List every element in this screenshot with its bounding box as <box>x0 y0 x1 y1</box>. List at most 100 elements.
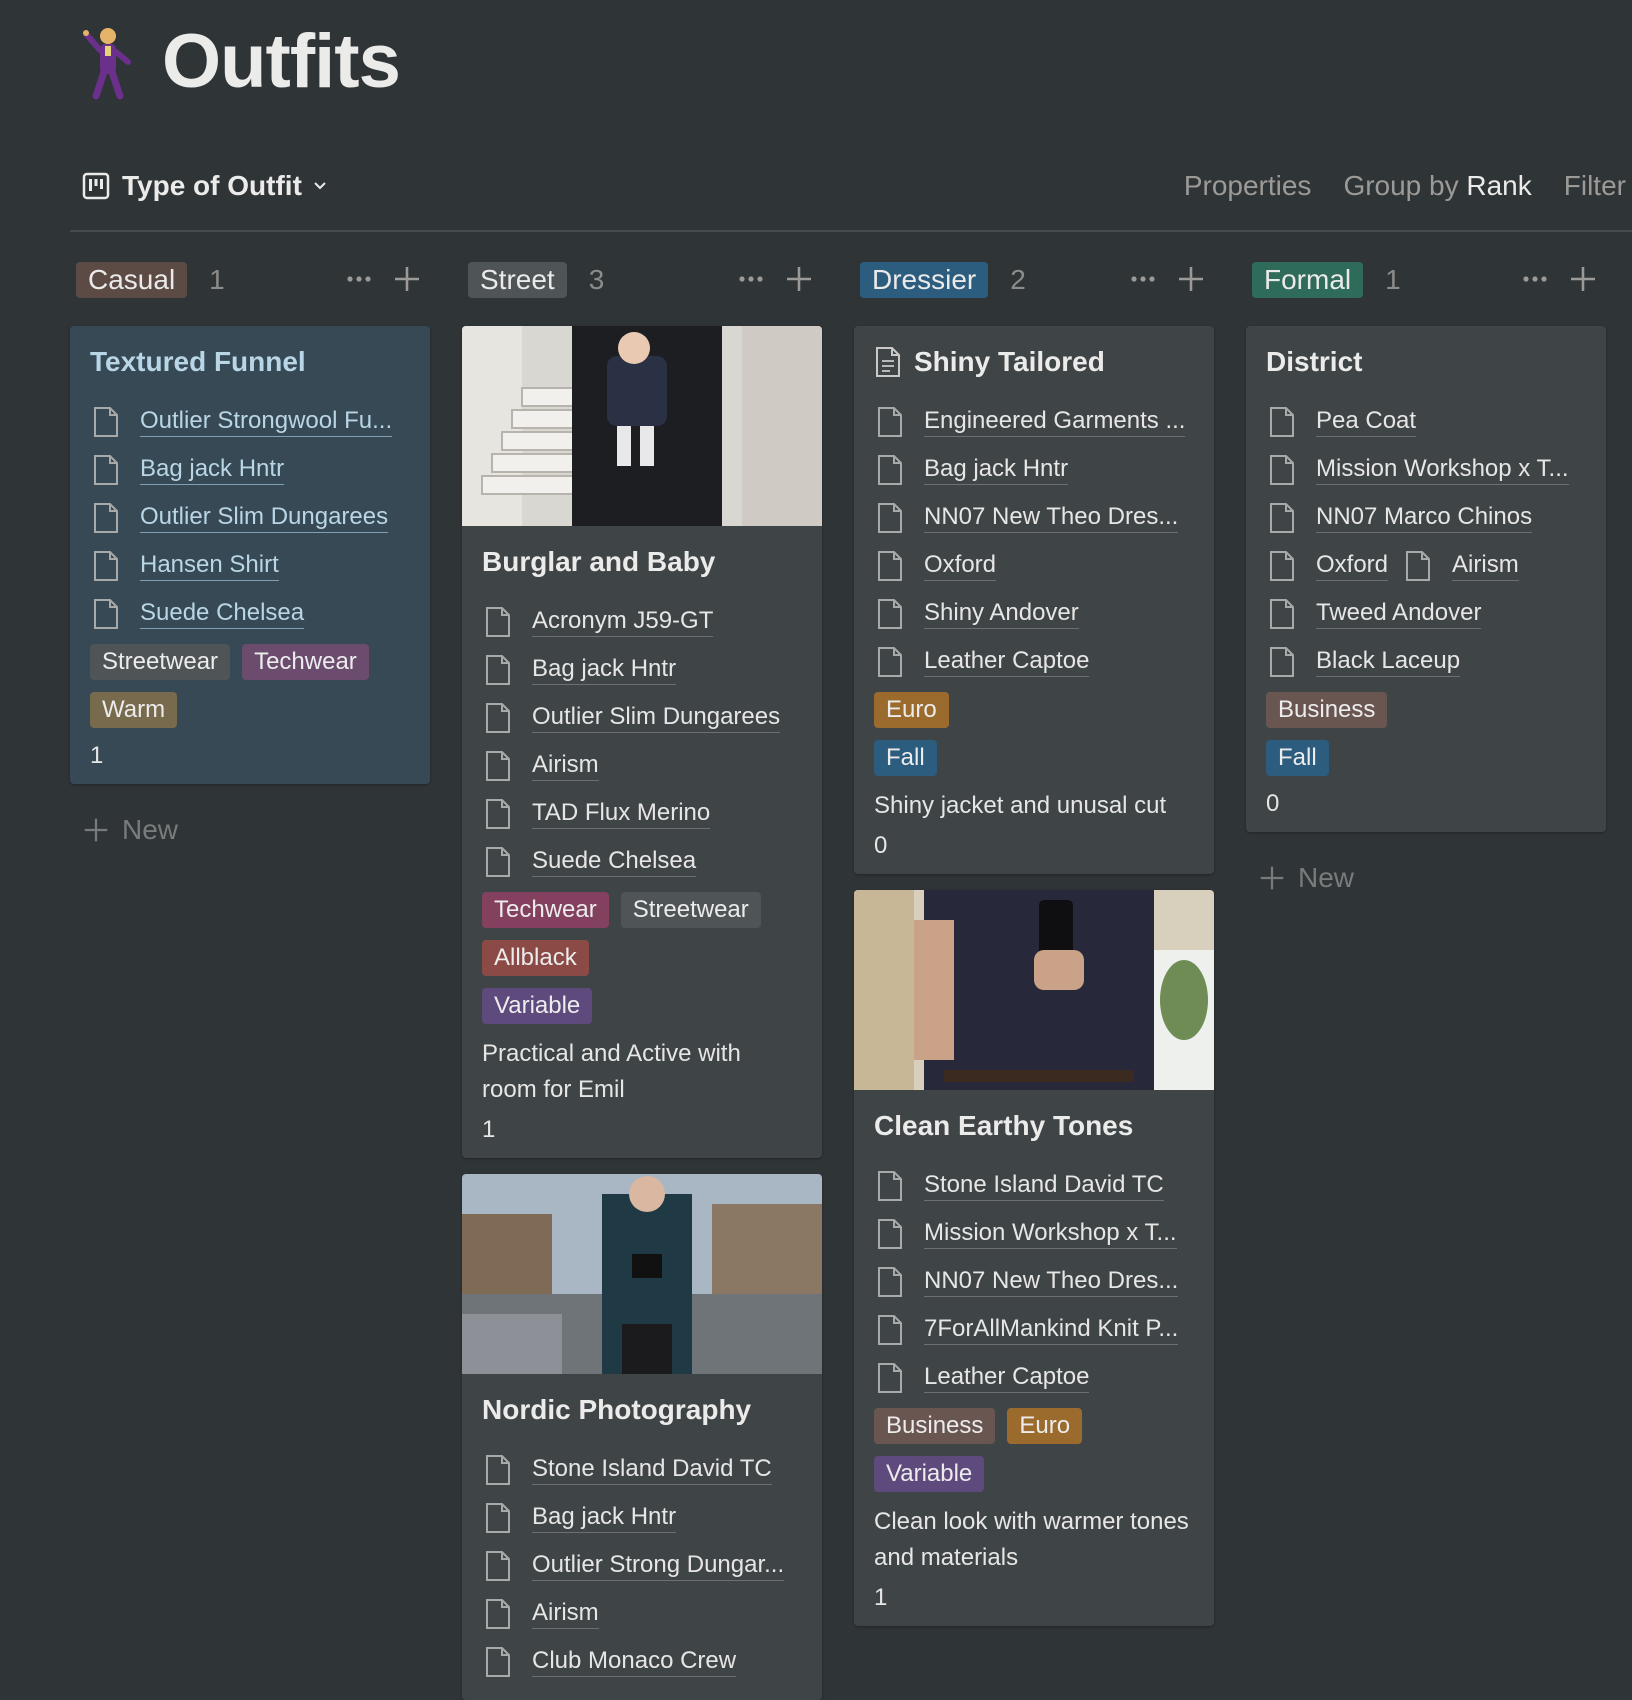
relation-item[interactable]: Bag jack Hntr <box>874 446 1194 494</box>
relation-item[interactable]: Suede Chelsea <box>482 838 802 886</box>
relation-item[interactable]: Oxford <box>874 542 1194 590</box>
relation-item[interactable]: Tweed Andover <box>1266 590 1586 638</box>
relation-item[interactable]: Outlier Strong Dungar... <box>482 1542 802 1590</box>
group-by-button[interactable]: Group by Rank <box>1343 170 1531 202</box>
more-icon[interactable] <box>1128 264 1158 294</box>
relation-item[interactable]: Pea Coat <box>1266 398 1586 446</box>
relation-link[interactable]: Airism <box>532 1599 599 1629</box>
relation-link[interactable]: Bag jack Hntr <box>140 455 285 485</box>
relation-item[interactable]: Airism <box>482 1590 802 1638</box>
relation-link[interactable]: NN07 New Theo Dres... <box>924 1267 1179 1297</box>
relation-link[interactable]: Stone Island David TC <box>532 1455 772 1485</box>
relation-link[interactable]: NN07 Marco Chinos <box>1316 503 1533 533</box>
relation-item[interactable]: Airism <box>482 742 802 790</box>
relation-item[interactable]: Stone Island David TC <box>482 1446 802 1494</box>
page-title[interactable]: Outfits <box>162 18 401 105</box>
relation-link[interactable]: Oxford <box>924 551 997 581</box>
relation-link[interactable]: Suede Chelsea <box>532 847 697 877</box>
board-card[interactable]: Nordic Photography Stone Island David TC B… <box>462 1174 822 1700</box>
relation-item[interactable]: NN07 New Theo Dres... <box>874 1258 1194 1306</box>
board-card[interactable]: Clean Earthy Tones Stone Island David TC M… <box>854 890 1214 1626</box>
relation-item[interactable]: Outlier Slim Dungarees <box>90 494 410 542</box>
relation-link[interactable]: 7ForAllMankind Knit P... <box>924 1315 1179 1345</box>
card-title[interactable]: Clean Earthy Tones <box>874 1110 1194 1142</box>
plus-icon[interactable] <box>784 264 814 294</box>
relation-item[interactable]: Suede Chelsea <box>90 590 410 638</box>
relation-link[interactable]: Mission Workshop x T... <box>924 1219 1177 1249</box>
more-icon[interactable] <box>344 264 374 294</box>
relation-link[interactable]: Stone Island David TC <box>924 1171 1164 1201</box>
relation-item[interactable]: Leather Captoe <box>874 1354 1194 1402</box>
new-card-button[interactable]: New <box>1246 862 1606 894</box>
plus-icon[interactable] <box>1176 264 1206 294</box>
relation-link[interactable]: Leather Captoe <box>924 647 1090 677</box>
relation-link[interactable]: Bag jack Hntr <box>532 655 677 685</box>
card-title[interactable]: Textured Funnel <box>90 346 410 378</box>
relation-item[interactable]: Leather Captoe <box>874 638 1194 686</box>
relation-link[interactable]: Tweed Andover <box>1316 599 1482 629</box>
relation-link[interactable]: Airism <box>1452 551 1519 581</box>
group-label[interactable]: Casual <box>76 262 188 298</box>
board-card[interactable]: District Pea Coat Mission Workshop x T... N… <box>1246 326 1606 832</box>
card-title[interactable]: Burglar and Baby <box>482 546 802 578</box>
filter-button[interactable]: Filter <box>1564 170 1626 202</box>
relation-link[interactable]: Pea Coat <box>1316 407 1417 437</box>
new-card-button[interactable]: New <box>70 814 430 846</box>
relation-link[interactable]: Outlier Slim Dungarees <box>532 703 781 733</box>
relation-item[interactable]: Outlier Strongwool Fu... <box>90 398 410 446</box>
relation-link[interactable]: Outlier Strong Dungar... <box>532 1551 785 1581</box>
board-card[interactable]: Shiny Tailored Engineered Garments ... Bag… <box>854 326 1214 874</box>
card-title[interactable]: Nordic Photography <box>482 1394 802 1426</box>
relation-link[interactable]: Shiny Andover <box>924 599 1079 629</box>
card-title[interactable]: Shiny Tailored <box>874 346 1194 378</box>
relation-link[interactable]: Acronym J59-GT <box>532 607 714 637</box>
relation-item[interactable]: Oxford <box>1268 550 1389 582</box>
relation-item[interactable]: 7ForAllMankind Knit P... <box>874 1306 1194 1354</box>
relation-link[interactable]: Hansen Shirt <box>140 551 279 581</box>
relation-link[interactable]: Club Monaco Crew <box>532 1647 737 1677</box>
relation-link[interactable]: Airism <box>532 751 599 781</box>
relation-item[interactable]: Engineered Garments ... <box>874 398 1194 446</box>
view-selector[interactable]: Type of Outfit <box>82 170 328 202</box>
relation-item[interactable]: Acronym J59-GT <box>482 598 802 646</box>
more-icon[interactable] <box>736 264 766 294</box>
relation-item[interactable]: Outlier Slim Dungarees <box>482 694 802 742</box>
board-card[interactable]: Burglar and Baby Acronym J59-GT Bag jack H… <box>462 326 822 1158</box>
relation-item[interactable]: NN07 New Theo Dres... <box>874 494 1194 542</box>
relation-item[interactable]: Stone Island David TC <box>874 1162 1194 1210</box>
relation-link[interactable]: TAD Flux Merino <box>532 799 711 829</box>
relation-item[interactable]: Hansen Shirt <box>90 542 410 590</box>
relation-item[interactable]: Bag jack Hntr <box>482 646 802 694</box>
group-label[interactable]: Street <box>468 262 567 298</box>
relation-item[interactable]: NN07 Marco Chinos <box>1266 494 1586 542</box>
relation-link[interactable]: Outlier Slim Dungarees <box>140 503 389 533</box>
plus-icon[interactable] <box>392 264 422 294</box>
relation-link[interactable]: Suede Chelsea <box>140 599 305 629</box>
relation-link[interactable]: Oxford <box>1316 551 1389 581</box>
relation-item[interactable]: Shiny Andover <box>874 590 1194 638</box>
board-card[interactable]: Textured Funnel Outlier Strongwool Fu... B… <box>70 326 430 784</box>
relation-link[interactable]: NN07 New Theo Dres... <box>924 503 1179 533</box>
card-title[interactable]: District <box>1266 346 1586 378</box>
relation-link[interactable]: Leather Captoe <box>924 1363 1090 1393</box>
relation-item[interactable]: Mission Workshop x T... <box>1266 446 1586 494</box>
card-number: 1 <box>90 742 104 769</box>
more-icon[interactable] <box>1520 264 1550 294</box>
group-label[interactable]: Dressier <box>860 262 989 298</box>
relation-item[interactable]: Bag jack Hntr <box>90 446 410 494</box>
group-label[interactable]: Formal <box>1252 262 1364 298</box>
relation-item[interactable]: Mission Workshop x T... <box>874 1210 1194 1258</box>
relation-item[interactable]: Black Laceup <box>1266 638 1586 686</box>
relation-link[interactable]: Engineered Garments ... <box>924 407 1186 437</box>
relation-item[interactable]: TAD Flux Merino <box>482 790 802 838</box>
relation-item[interactable]: Bag jack Hntr <box>482 1494 802 1542</box>
relation-link[interactable]: Black Laceup <box>1316 647 1461 677</box>
plus-icon[interactable] <box>1568 264 1598 294</box>
relation-link[interactable]: Outlier Strongwool Fu... <box>140 407 393 437</box>
relation-link[interactable]: Bag jack Hntr <box>532 1503 677 1533</box>
properties-button[interactable]: Properties <box>1184 170 1312 202</box>
relation-item[interactable]: Club Monaco Crew <box>482 1638 802 1686</box>
relation-link[interactable]: Bag jack Hntr <box>924 455 1069 485</box>
relation-link[interactable]: Mission Workshop x T... <box>1316 455 1569 485</box>
relation-item[interactable]: Airism <box>1404 550 1519 582</box>
